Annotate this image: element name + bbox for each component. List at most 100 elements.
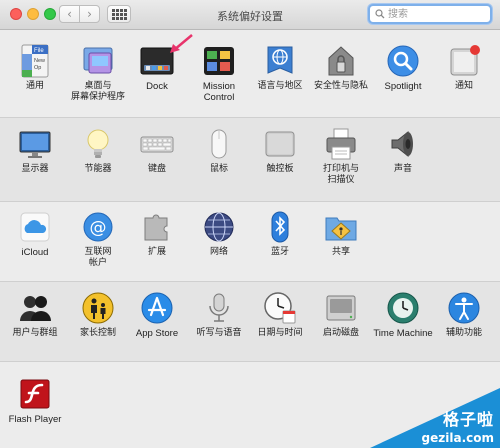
show-all-grid-button[interactable] — [107, 5, 131, 23]
svg-text:@: @ — [90, 218, 107, 238]
displays-icon — [18, 127, 52, 161]
pane-label: 通用 — [25, 81, 44, 91]
pane-internet-accounts[interactable]: @ 互联网 帐户 — [66, 210, 130, 269]
pane-label: 用户与群组 — [12, 328, 58, 338]
pane-bluetooth[interactable]: 蓝牙 — [248, 210, 312, 258]
pane-label: 启动磁盘 — [322, 328, 359, 338]
accessibility-icon — [447, 291, 481, 325]
date-time-icon — [263, 291, 297, 325]
pane-flash-player[interactable]: Flash Player — [3, 377, 67, 425]
pane-label: 打印机与 扫描仪 — [322, 164, 359, 185]
pane-label: 家长控制 — [79, 328, 116, 338]
mission-control-icon — [202, 44, 236, 78]
pane-general[interactable]: File New Op 通用 — [3, 44, 67, 92]
forward-button[interactable]: › — [79, 5, 100, 23]
pane-label: 安全性与隐私 — [313, 81, 368, 91]
trackpad-icon — [263, 127, 297, 161]
pane-spotlight[interactable]: Spotlight — [371, 44, 435, 92]
back-button[interactable]: ‹ — [59, 5, 80, 23]
pane-mission-control[interactable]: Mission Control — [187, 44, 251, 103]
language-region-icon — [263, 44, 297, 78]
pane-extensions[interactable]: 扩展 — [125, 210, 189, 258]
pane-label: 鼠标 — [209, 164, 228, 174]
extensions-icon — [140, 210, 174, 244]
pane-label: 蓝牙 — [270, 247, 289, 257]
pane-label: Flash Player — [8, 414, 62, 425]
section-divider — [0, 281, 500, 282]
pane-sharing[interactable]: 共享 — [309, 210, 373, 258]
minimize-window-button[interactable] — [27, 8, 39, 20]
pane-label: iCloud — [21, 247, 49, 258]
search-icon — [375, 9, 385, 19]
search-input[interactable] — [388, 7, 488, 22]
pane-label: 桌面与 屏幕保护程序 — [70, 81, 125, 102]
notifications-icon — [447, 44, 481, 78]
title-bar: ‹ › 系统偏好设置 — [0, 0, 500, 30]
pane-label: 互联网 帐户 — [84, 247, 112, 268]
dictation-speech-icon — [202, 291, 236, 325]
mouse-icon — [202, 127, 236, 161]
pane-sound[interactable]: 声音 — [371, 127, 435, 175]
pane-icloud[interactable]: iCloud — [3, 210, 67, 258]
watermark-logo: 格子啦 gezila.com — [360, 388, 500, 448]
section-divider — [0, 117, 500, 118]
parental-controls-icon — [81, 291, 115, 325]
section-divider — [0, 361, 500, 362]
spotlight-icon — [386, 44, 420, 78]
pane-network[interactable]: 网络 — [187, 210, 251, 258]
pane-parental-controls[interactable]: 家长控制 — [66, 291, 130, 339]
pane-label: 节能器 — [84, 164, 112, 174]
close-window-button[interactable] — [10, 8, 22, 20]
watermark-url: gezila.com — [421, 431, 494, 445]
desktop-screensaver-icon — [81, 44, 115, 78]
app-store-icon — [140, 291, 174, 325]
pane-label: 通知 — [454, 81, 473, 91]
pane-keyboard[interactable]: 键盘 — [125, 127, 189, 175]
pane-label: 听写与语音 — [196, 328, 242, 338]
pane-displays[interactable]: 显示器 — [3, 127, 67, 175]
pane-label: App Store — [135, 328, 179, 339]
pane-label: 辅助功能 — [445, 328, 482, 338]
pane-printers-scanners[interactable]: 打印机与 扫描仪 — [309, 127, 373, 186]
flash-player-icon — [18, 377, 52, 411]
pane-label: Dock — [146, 81, 168, 92]
pane-label: 网络 — [209, 247, 228, 257]
pane-date-time[interactable]: 日期与时间 — [248, 291, 312, 339]
pane-mouse[interactable]: 鼠标 — [187, 127, 251, 175]
pane-security-privacy[interactable]: 安全性与隐私 — [309, 44, 373, 92]
pane-label: 扩展 — [147, 247, 166, 257]
pane-notifications[interactable]: 通知 — [432, 44, 496, 92]
sound-icon — [386, 127, 420, 161]
time-machine-icon — [386, 291, 420, 325]
internet-accounts-icon: @ — [81, 210, 115, 244]
pane-language-region[interactable]: 语言与地区 — [248, 44, 312, 92]
search-field[interactable] — [368, 4, 492, 24]
pane-accessibility[interactable]: 辅助功能 — [432, 291, 496, 339]
general-icon: File New Op — [18, 44, 52, 78]
pane-label: 显示器 — [21, 164, 49, 174]
pane-dictation-speech[interactable]: 听写与语音 — [187, 291, 251, 339]
pane-trackpad[interactable]: 触控板 — [248, 127, 312, 175]
pane-label: 声音 — [393, 164, 412, 174]
energy-saver-icon — [81, 127, 115, 161]
pane-label: 日期与时间 — [257, 328, 303, 338]
pane-desktop-screensaver[interactable]: 桌面与 屏幕保护程序 — [66, 44, 130, 103]
pane-startup-disk[interactable]: 启动磁盘 — [309, 291, 373, 339]
pane-label: Mission Control — [202, 81, 236, 103]
startup-disk-icon — [324, 291, 358, 325]
users-groups-icon — [18, 291, 52, 325]
printers-scanners-icon — [324, 127, 358, 161]
svg-text:New: New — [34, 58, 45, 64]
watermark-title: 格子啦 — [442, 410, 494, 429]
keyboard-icon — [140, 127, 174, 161]
pane-label: 语言与地区 — [257, 81, 303, 91]
network-icon — [202, 210, 236, 244]
zoom-window-button[interactable] — [44, 8, 56, 20]
pane-energy-saver[interactable]: 节能器 — [66, 127, 130, 175]
pane-time-machine[interactable]: Time Machine — [371, 291, 435, 339]
svg-text:File: File — [34, 48, 44, 54]
pane-label: 共享 — [331, 247, 350, 257]
bluetooth-icon — [263, 210, 297, 244]
pane-users-groups[interactable]: 用户与群组 — [3, 291, 67, 339]
pane-app-store[interactable]: App Store — [125, 291, 189, 339]
